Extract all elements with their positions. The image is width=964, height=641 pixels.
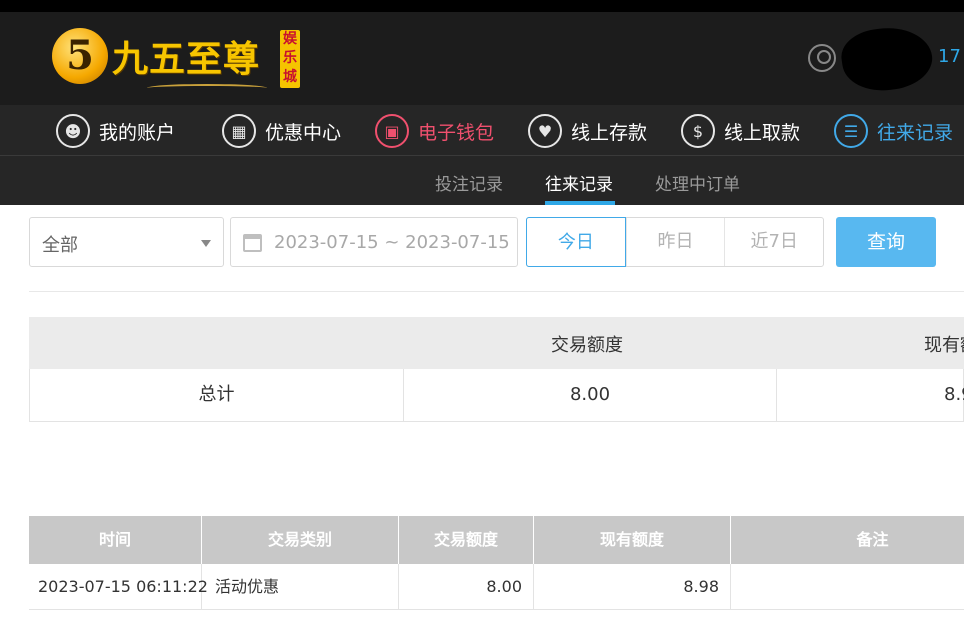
deposit-icon: ♥ [528, 114, 562, 148]
column-time: 时间 [29, 516, 202, 564]
nav-item-wallet[interactable]: ▣ 电子钱包 [375, 113, 494, 149]
summary-header-amount: 交易额度 [551, 335, 623, 356]
tab-bet-records[interactable]: 投注记录 [435, 170, 503, 195]
records-icon: ☰ [834, 114, 868, 148]
cell-balance: 8.98 [534, 564, 731, 610]
quick-today-button[interactable]: 今日 [526, 217, 626, 267]
nav-item-records[interactable]: ☰ 往来记录 [834, 113, 953, 149]
filter-bar: 全部 2023-07-15 ~ 2023-07-15 今日 昨日 近7日 查询 [0, 205, 964, 291]
redacted-username [838, 22, 936, 96]
summary-header: 交易额度 现有额度 [29, 317, 964, 369]
table-row: 2023-07-15 06:11:22 活动优惠 8.00 8.98 [29, 564, 964, 610]
column-note: 备注 [856, 530, 889, 549]
cell-amount: 8.00 [399, 564, 534, 610]
cell-category: 活动优惠 [202, 564, 399, 610]
summary-total-balance: 8.98 [944, 384, 964, 405]
divider [29, 291, 964, 292]
tab-transaction-records[interactable]: 往来记录 [545, 170, 613, 195]
summary-total-amount: 8.00 [569, 384, 611, 405]
top-strip [0, 0, 964, 12]
nav-item-promotions[interactable]: ▦ 优惠中心 [222, 113, 341, 149]
logo-coin-icon: 5 [52, 28, 108, 84]
user-icon: ☻ [56, 114, 90, 148]
records-header: 时间 交易类别 交易额度 现有额度 备注 [29, 516, 964, 564]
wallet-icon: ▣ [375, 114, 409, 148]
gift-icon: ▦ [222, 114, 256, 148]
chevron-down-icon [201, 240, 211, 247]
nav-item-deposit[interactable]: ♥ 线上存款 [528, 113, 647, 149]
summary-header-balance: 现有额度 [924, 335, 964, 356]
quick-date-group: 今日 昨日 近7日 [526, 217, 824, 267]
nav-item-account[interactable]: ☻ 我的账户 [56, 113, 175, 149]
site-header: 5 九五至尊 娱 乐 城 17 [0, 12, 964, 105]
quick-yesterday-button[interactable]: 昨日 [625, 218, 725, 266]
cell-time: 2023-07-15 06:11:22 [29, 564, 208, 610]
username-suffix: 17 [938, 46, 961, 67]
transaction-type-select[interactable]: 全部 [29, 217, 224, 267]
column-category: 交易类别 [202, 516, 399, 564]
logo-ornament [147, 84, 267, 92]
sub-nav: 投注记录 往来记录 处理中订单 [0, 156, 964, 205]
logo-seal: 娱 乐 城 [280, 30, 300, 88]
tab-pending-orders[interactable]: 处理中订单 [655, 170, 740, 195]
site-logo[interactable]: 5 九五至尊 娱 乐 城 [52, 26, 304, 94]
avatar-icon[interactable] [808, 44, 836, 72]
main-nav: ☻ 我的账户 ▦ 优惠中心 ▣ 电子钱包 ♥ 线上存款 $ 线上取款 ☰ 往来记… [0, 105, 964, 156]
nav-item-withdraw[interactable]: $ 线上取款 [681, 113, 800, 149]
calendar-icon [243, 234, 262, 252]
column-amount: 交易额度 [399, 516, 534, 564]
logo-brand-name: 九五至尊 [112, 38, 261, 80]
column-balance: 现有额度 [534, 516, 731, 564]
records-table: 时间 交易类别 交易额度 现有额度 备注 2023-07-15 06:11:22… [29, 516, 964, 610]
date-range-input[interactable]: 2023-07-15 ~ 2023-07-15 [230, 217, 518, 267]
summary-row-total: 总计 8.00 8.98 [29, 369, 964, 422]
withdraw-icon: $ [681, 114, 715, 148]
quick-7days-button[interactable]: 近7日 [724, 218, 823, 266]
query-button[interactable]: 查询 [836, 217, 936, 267]
summary-total-label: 总计 [198, 384, 235, 405]
summary-table: 交易额度 现有额度 总计 8.00 8.98 [29, 317, 964, 422]
cell-note [731, 564, 964, 610]
